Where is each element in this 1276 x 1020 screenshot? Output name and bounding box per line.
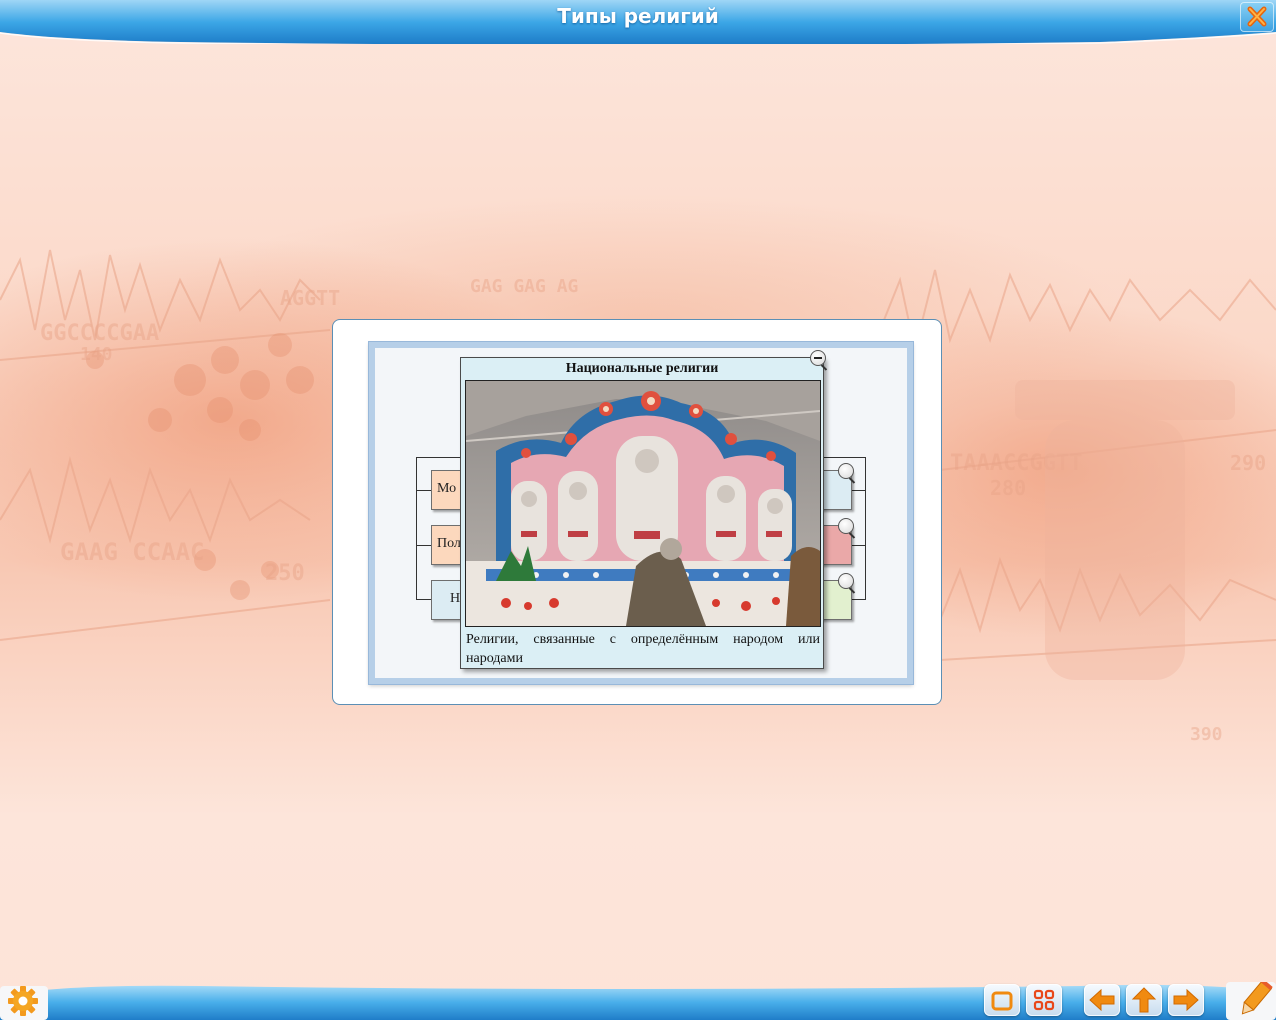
zoom-icon[interactable] xyxy=(838,573,854,589)
close-button[interactable] xyxy=(1240,2,1274,32)
svg-text:GGCCCCGAA: GGCCCCGAA xyxy=(40,321,159,346)
svg-text:GAG GAG AG: GAG GAG AG xyxy=(470,276,578,297)
popup-title: Национальные религии xyxy=(565,361,719,376)
svg-text:140: 140 xyxy=(80,344,113,365)
zoom-icon[interactable] xyxy=(838,518,854,534)
svg-text:280: 280 xyxy=(990,476,1026,500)
window-icon xyxy=(991,991,1013,1011)
up-button[interactable] xyxy=(1126,984,1162,1016)
zoom-out-icon[interactable] xyxy=(810,350,826,366)
arrow-right-icon xyxy=(1173,988,1199,1012)
back-button[interactable] xyxy=(1084,984,1120,1016)
close-icon xyxy=(1247,6,1267,27)
window-button[interactable] xyxy=(984,984,1020,1016)
left-connector xyxy=(416,490,432,491)
svg-text:AGGTT: AGGTT xyxy=(280,286,340,310)
grid-icon xyxy=(1033,989,1055,1011)
contents-button[interactable] xyxy=(1026,984,1062,1016)
svg-text:390: 390 xyxy=(1190,724,1223,745)
right-connector xyxy=(850,545,866,546)
arrow-left-icon xyxy=(1089,988,1115,1012)
app-window: GGCCCCGAA 140 AGGTT GAG GAG AG GAAG CCAA… xyxy=(0,0,1276,1020)
svg-text:290: 290 xyxy=(1230,451,1266,475)
arrow-up-icon xyxy=(1131,987,1157,1013)
info-popup: Национальные религии Религии, связанные … xyxy=(460,357,824,669)
popup-caption: Религии, связанные с определённым народо… xyxy=(466,632,820,666)
hindu-shrine-photo xyxy=(466,381,820,626)
zoom-icon[interactable] xyxy=(838,463,854,479)
left-connector xyxy=(416,545,432,546)
svg-text:250: 250 xyxy=(265,561,305,586)
popup-photo xyxy=(465,380,821,627)
forward-button[interactable] xyxy=(1168,984,1204,1016)
right-connector xyxy=(850,490,866,491)
gear-icon[interactable] xyxy=(5,984,41,1018)
pencil-icon[interactable] xyxy=(1234,982,1274,1018)
svg-text:GAAG CCAAC: GAAG CCAAC xyxy=(60,538,205,566)
window-title: Типы религий xyxy=(557,4,719,28)
